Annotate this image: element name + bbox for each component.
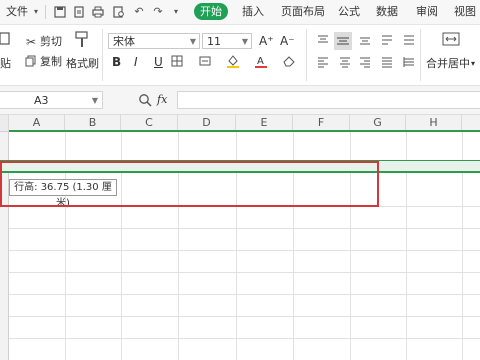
grow-font-button[interactable]: A⁺ (259, 34, 274, 48)
column-header-overflow (462, 115, 480, 131)
column-header-b[interactable]: B (65, 115, 121, 131)
copy-button[interactable]: 复制 (40, 55, 62, 69)
clear-format-icon[interactable] (282, 54, 296, 68)
tab-home[interactable]: 开始 (194, 3, 228, 20)
merge-center-chevron-icon[interactable]: ▾ (471, 57, 475, 71)
grid-line (9, 250, 480, 251)
merge-center-icon[interactable] (442, 31, 460, 47)
tab-page-layout[interactable]: 页面布局 (281, 0, 325, 24)
font-size-chevron-icon: ▼ (241, 37, 248, 46)
cell-style-icon[interactable] (198, 55, 212, 69)
align-center-icon[interactable] (338, 56, 352, 70)
scissors-icon[interactable]: ✂ (24, 35, 38, 49)
format-painter-button[interactable]: 格式刷 (66, 57, 99, 71)
italic-button[interactable]: I (134, 55, 138, 69)
formula-input[interactable] (177, 91, 480, 109)
shrink-font-button[interactable]: A⁻ (280, 34, 295, 48)
name-box-chevron-icon[interactable]: ▼ (92, 92, 98, 109)
distributed-align-icon[interactable] (402, 56, 416, 70)
fill-color-icon[interactable] (226, 54, 240, 68)
file-menu-chevron-icon[interactable]: ▾ (30, 6, 42, 18)
copy-icon[interactable] (24, 55, 38, 69)
select-all-corner[interactable] (0, 115, 9, 131)
column-header-g[interactable]: G (350, 115, 406, 131)
undo-icon[interactable]: ↶ (133, 6, 145, 18)
paste-button[interactable]: 贴 (0, 57, 11, 71)
grid-line (9, 294, 480, 295)
align-middle-icon[interactable] (334, 32, 352, 50)
annotation-highlight-box (0, 161, 379, 207)
ribbon-separator (102, 29, 103, 81)
ribbon-separator (306, 29, 307, 81)
save-icon[interactable] (54, 6, 66, 18)
font-name-value: 宋体 (113, 35, 135, 48)
redo-icon[interactable]: ↷ (152, 6, 164, 18)
ribbon: 贴 ✂ 剪切 复制 格式刷 宋体 ▼ 11 ▼ A⁺ A⁻ B I U A 合并… (0, 25, 480, 86)
column-header-h[interactable]: H (406, 115, 462, 131)
menu-separator (45, 5, 46, 19)
align-left-icon[interactable] (316, 56, 330, 70)
svg-text:A: A (257, 56, 264, 67)
grid-line (9, 316, 480, 317)
column-header-c[interactable]: C (121, 115, 178, 131)
paste-icon[interactable] (0, 31, 10, 45)
align-right-icon[interactable] (358, 56, 372, 70)
column-header-e[interactable]: E (236, 115, 293, 131)
merge-center-button[interactable]: 合并居中 (426, 57, 470, 71)
quick-access-chevron-icon[interactable]: ▾ (170, 6, 182, 18)
grid-line (9, 228, 480, 229)
grid-line (9, 272, 480, 273)
column-header-f[interactable]: F (293, 115, 350, 131)
font-color-icon[interactable]: A (254, 54, 268, 68)
tab-formulas[interactable]: 公式 (338, 0, 360, 24)
zoom-icon[interactable] (138, 93, 152, 107)
file-menu[interactable]: 文件 (6, 0, 28, 24)
underline-button[interactable]: U (154, 55, 163, 69)
tab-data[interactable]: 数据 (376, 0, 398, 24)
cut-button[interactable]: 剪切 (40, 35, 62, 49)
font-name-select[interactable]: 宋体 ▼ (108, 33, 200, 49)
column-header-d[interactable]: D (178, 115, 236, 131)
format-painter-icon[interactable] (74, 31, 90, 49)
name-box[interactable]: A3 ▼ (0, 91, 103, 109)
tab-insert[interactable]: 插入 (242, 0, 264, 24)
tab-review[interactable]: 审阅 (416, 0, 438, 24)
menu-bar: 文件 ▾ ↶ ↷ ▾ 开始 插入 页面布局 公式 数据 审阅 视图 (0, 0, 480, 25)
align-bottom-icon[interactable] (358, 34, 372, 48)
font-size-select[interactable]: 11 ▼ (202, 33, 252, 49)
cell-reference: A3 (34, 94, 49, 107)
selected-row-border (9, 130, 480, 132)
grid-line (9, 338, 480, 339)
ribbon-separator (420, 29, 421, 81)
bold-button[interactable]: B (112, 55, 121, 69)
text-direction-icon[interactable] (380, 34, 394, 48)
borders-icon[interactable] (170, 55, 184, 69)
font-size-value: 11 (207, 35, 221, 48)
wrap-text-icon[interactable] (402, 34, 416, 48)
formula-bar: A3 ▼ fx (0, 86, 480, 115)
export-pdf-icon[interactable] (73, 6, 85, 18)
print-preview-icon[interactable] (113, 6, 125, 18)
align-top-icon[interactable] (316, 34, 330, 48)
column-header-a[interactable]: A (9, 115, 65, 131)
insert-function-button[interactable]: fx (157, 93, 167, 107)
print-icon[interactable] (92, 6, 104, 18)
tab-view[interactable]: 视图 (454, 0, 476, 24)
font-name-chevron-icon: ▼ (189, 37, 196, 46)
justify-icon[interactable] (380, 56, 394, 70)
